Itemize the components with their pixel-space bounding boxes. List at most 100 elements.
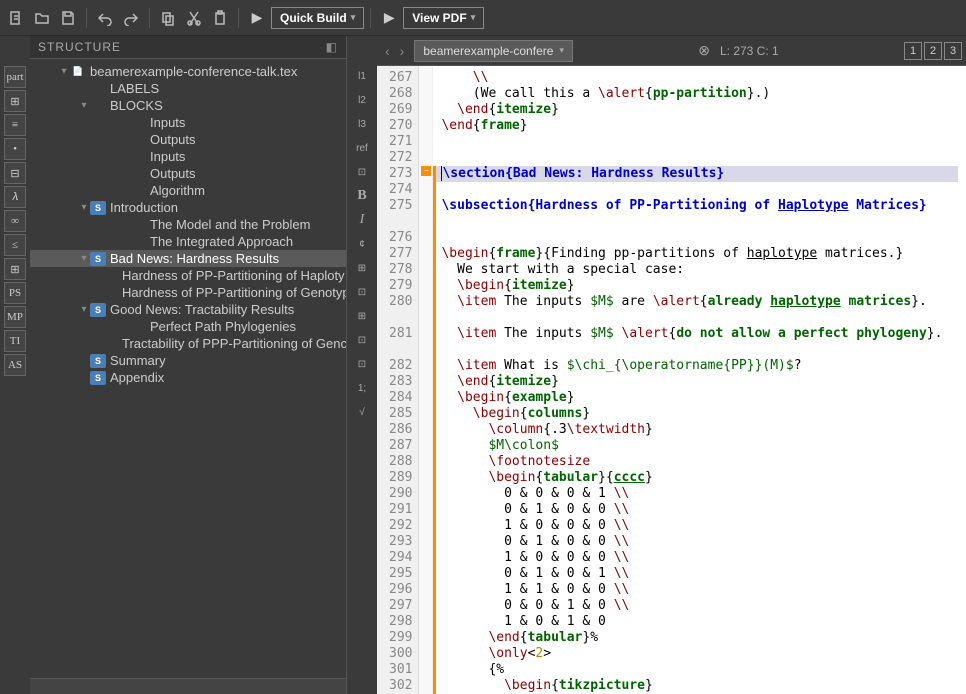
tree-item[interactable]: ▾SIntroduction [30,199,346,216]
tree-item-label: BLOCKS [110,98,163,113]
tree-item-label: Tractability of PPP-Partitioning of Genc [122,336,346,351]
undo-icon[interactable] [93,6,117,30]
tree-item-label: The Model and the Problem [150,217,310,232]
structure-tree[interactable]: ▾📄beamerexample-conference-talk.texLABEL… [30,59,346,678]
tree-item[interactable]: Perfect Path Phylogenies [30,318,346,335]
tree-item[interactable]: Algorithm [30,182,346,199]
quick-build-dropdown[interactable]: Quick Build▾ [271,7,364,29]
editor-tool-button[interactable]: l1 [351,66,373,86]
fold-gutter[interactable]: − [419,66,433,694]
editor-tool-button[interactable]: l2 [351,90,373,110]
tab-close-icon[interactable]: ⊗ [698,42,710,59]
cut-icon[interactable] [182,6,206,30]
save-icon[interactable] [56,6,80,30]
tree-item[interactable]: S Appendix [30,369,346,386]
tree-item[interactable]: Outputs [30,165,346,182]
copy-icon[interactable] [156,6,180,30]
editor-tool-button[interactable]: B [351,186,373,206]
tree-item-label: Summary [110,353,166,368]
tree-item[interactable]: Hardness of PP-Partitioning of Haploty [30,267,346,284]
separator [149,8,150,28]
palette-button[interactable]: ≡ [4,114,26,136]
tree-item[interactable]: ▾BLOCKS [30,97,346,114]
main-area: part⊞≡•⊟𝜆∞≤⊞PSMPTIAS STRUCTURE ◧ ▾📄beame… [0,36,966,694]
separator [86,8,87,28]
tree-item[interactable]: ▾SBad News: Hardness Results [30,250,346,267]
palette-button[interactable]: ⊞ [4,258,26,280]
palette-button[interactable]: TI [4,330,26,352]
editor-tool-button[interactable]: ¢ [351,234,373,254]
chevron-down-icon: ▾ [471,12,476,23]
editor-tool-button[interactable]: l3 [351,114,373,134]
editor-tool-button[interactable]: ⊡ [351,354,373,374]
palette-button[interactable]: ≤ [4,234,26,256]
nav-back-icon[interactable]: ‹ [381,43,394,59]
palette-button[interactable]: PS [4,282,26,304]
view-pdf-label: View PDF [412,11,466,25]
palette-button[interactable]: AS [4,354,26,376]
view-pdf-dropdown[interactable]: View PDF ▾ [403,7,484,29]
nav-forward-icon[interactable]: › [396,43,409,59]
panel-detach-icon[interactable]: ◧ [326,40,338,54]
editor-tool-button[interactable]: ⊡ [351,282,373,302]
view-run-icon[interactable]: ▶ [377,6,401,30]
editor-tool-button[interactable]: ref [351,138,373,158]
tree-item-label: Good News: Tractability Results [110,302,294,317]
new-file-icon[interactable] [4,6,28,30]
tree-item-label: Hardness of PP-Partitioning of Haploty [122,268,345,283]
quick-build-label: Quick Build [280,11,347,25]
tree-item[interactable]: LABELS [30,80,346,97]
palette-button[interactable]: ∞ [4,210,26,232]
code-editor[interactable]: 2672682692702712722732742752762772782792… [377,66,966,694]
editor-tool-button[interactable]: ⊡ [351,162,373,182]
editor-tool-button[interactable]: ⊞ [351,258,373,278]
file-tab-label: beamerexample-confere [423,44,553,58]
section-icon: S [90,354,106,368]
section-icon: S [90,201,106,215]
tree-item[interactable]: The Integrated Approach [30,233,346,250]
nav-arrows: ‹ › [381,43,408,59]
build-run-icon[interactable]: ▶ [245,6,269,30]
editor-tool-button[interactable]: ⊞ [351,306,373,326]
structure-title: STRUCTURE [38,40,121,54]
editor-tool-button[interactable]: 1; [351,378,373,398]
tree-item[interactable]: Outputs [30,131,346,148]
tree-item-label: Outputs [150,132,196,147]
tree-item[interactable]: Inputs [30,148,346,165]
horizontal-scrollbar[interactable] [30,678,346,694]
paste-icon[interactable] [208,6,232,30]
palette-button[interactable]: • [4,138,26,160]
open-file-icon[interactable] [30,6,54,30]
section-icon: S [90,303,106,317]
tree-item[interactable]: Tractability of PPP-Partitioning of Genc [30,335,346,352]
separator [238,8,239,28]
redo-icon[interactable] [119,6,143,30]
tree-item-label: Outputs [150,166,196,181]
tree-item[interactable]: The Model and the Problem [30,216,346,233]
editor-tool-button[interactable]: √ [351,402,373,422]
palette-button[interactable]: ⊞ [4,90,26,112]
panel-number-button[interactable]: 3 [944,42,962,60]
tree-item[interactable]: ▾📄beamerexample-conference-talk.tex [30,63,346,80]
palette-button[interactable]: ⊟ [4,162,26,184]
palette-button[interactable]: MP [4,306,26,328]
tree-item[interactable]: ▾SGood News: Tractability Results [30,301,346,318]
tree-item[interactable]: S Summary [30,352,346,369]
panel-number-button[interactable]: 2 [924,42,942,60]
tree-item-label: Appendix [110,370,164,385]
panel-number-button[interactable]: 1 [904,42,922,60]
tree-item-label: LABELS [110,81,159,96]
cursor-position: L: 273 C: 1 [720,44,779,58]
tree-item[interactable]: Hardness of PP-Partitioning of Genotyp [30,284,346,301]
tree-item-label: Inputs [150,115,185,130]
palette-button[interactable]: 𝜆 [4,186,26,208]
code-content[interactable]: \\ (We call this a \alert{pp-partition}.… [433,66,966,694]
tree-item-label: Introduction [110,200,178,215]
file-tab[interactable]: beamerexample-confere ▾ [414,40,573,62]
section-icon: S [90,371,106,385]
editor-tool-button[interactable]: I [351,210,373,230]
tree-item-label: Perfect Path Phylogenies [150,319,296,334]
palette-button[interactable]: part [4,66,26,88]
tree-item[interactable]: Inputs [30,114,346,131]
editor-tool-button[interactable]: ⊡ [351,330,373,350]
